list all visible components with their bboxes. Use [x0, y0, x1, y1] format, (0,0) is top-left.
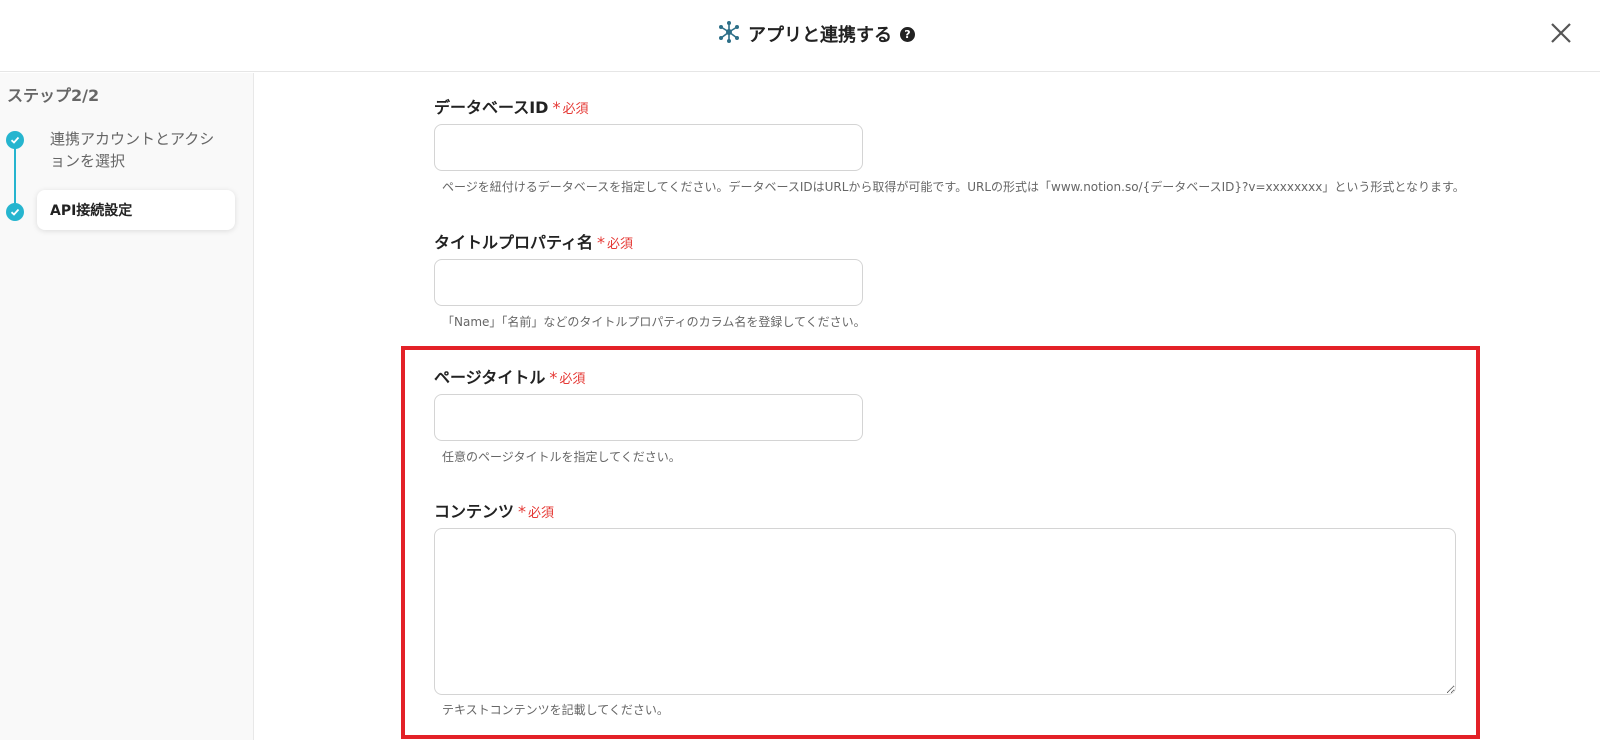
question-icon[interactable]: ? — [900, 26, 915, 42]
required-marker: * 必須 — [518, 502, 555, 521]
title-property-input[interactable] — [434, 259, 863, 306]
step-connector-line — [14, 140, 16, 212]
required-marker: * 必須 — [597, 233, 634, 252]
database-id-help: ページを紐付けるデータベースを指定してください。データベースIDはURLから取得… — [442, 180, 1465, 194]
content-label: コンテンツ * 必須 — [434, 502, 555, 521]
step-indicator: ステップ2/2 — [7, 86, 100, 105]
sidebar-step-api-settings[interactable]: API接続設定 — [37, 190, 235, 230]
step-1-check-icon — [6, 131, 24, 149]
modal-header: アプリと連携する ? — [0, 0, 1600, 72]
database-id-input[interactable] — [434, 124, 863, 171]
close-icon — [1551, 23, 1571, 43]
page-title-help: 任意のページタイトルを指定してください。 — [442, 450, 681, 464]
page-title-input[interactable] — [434, 394, 863, 441]
title-property-help: 「Name」「名前」などのタイトルプロパティのカラム名を登録してください。 — [442, 315, 866, 329]
content-help: テキストコンテンツを記載してください。 — [442, 703, 669, 717]
close-button[interactable] — [1548, 20, 1574, 46]
steps-sidebar — [0, 73, 254, 740]
step-2-check-icon — [6, 203, 24, 221]
modal-title: アプリと連携する — [748, 25, 892, 46]
page-title-label: ページタイトル * 必須 — [434, 368, 586, 387]
content-textarea[interactable] — [434, 528, 1456, 695]
database-id-label: データベースID * 必須 — [434, 98, 589, 117]
title-property-label: タイトルプロパティ名 * 必須 — [434, 233, 634, 252]
required-marker: * 必須 — [549, 368, 586, 387]
network-hub-icon — [718, 20, 740, 48]
required-marker: * 必須 — [552, 98, 589, 117]
modal-title-group: アプリと連携する ? — [718, 20, 915, 48]
sidebar-step-select-action[interactable]: 連携アカウントとアクションを選択 — [50, 128, 225, 172]
